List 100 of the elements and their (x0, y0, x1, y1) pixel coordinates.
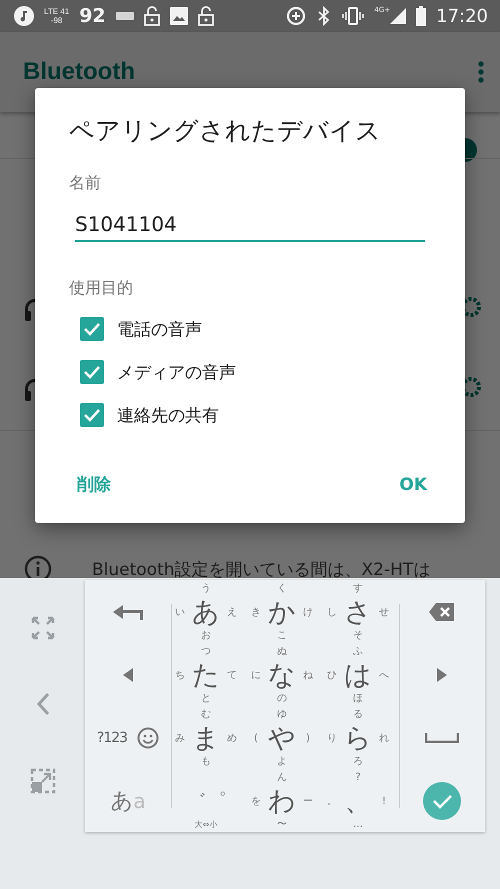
music-icon (14, 6, 34, 26)
flick-hint: 。 (327, 795, 337, 808)
flick-hint: せ (379, 606, 389, 619)
flick-hint: し (327, 606, 337, 619)
flick-hint: ? (355, 772, 361, 782)
flick-hint: り (327, 732, 337, 745)
flick-hint: の (277, 692, 287, 705)
checkmark-icon (83, 408, 101, 422)
fullscreen-icon[interactable] (30, 616, 54, 640)
space-key-icon[interactable] (425, 732, 459, 742)
headphones-icon (24, 296, 35, 322)
flick-hint: そ (353, 629, 363, 642)
checkbox[interactable] (80, 317, 104, 341)
name-label: 名前 (69, 173, 102, 194)
flick-hint: も (201, 755, 211, 768)
flick-hint: う (201, 582, 211, 595)
flick-hint: を (251, 795, 261, 808)
flick-hint: ー (303, 795, 313, 808)
mode-switch-key[interactable]: ?123 (96, 730, 128, 746)
network-label: LTE 41 (44, 7, 70, 16)
checkmark-icon (83, 322, 101, 336)
flick-hint: め (227, 732, 237, 745)
info-text: Bluetooth設定を開いている間は、X2-HTは (92, 558, 430, 578)
flick-hint: ち (175, 669, 185, 682)
flick-hint: ゆ (277, 708, 287, 721)
kana-key[interactable]: あ (192, 594, 220, 630)
info-icon (24, 555, 52, 578)
flick-hint: け (303, 606, 313, 619)
notification-count: 92 (79, 5, 106, 27)
flick-hint: と (201, 692, 211, 705)
kana-key[interactable]: ゛゜ (186, 788, 226, 814)
image-icon (170, 7, 188, 25)
enter-check-icon[interactable] (423, 782, 461, 820)
flick-hint: ( (254, 732, 258, 744)
checkmark-icon (83, 365, 101, 379)
dialog-title: ペアリングされたデバイス (69, 115, 382, 147)
left-cursor-icon[interactable] (123, 668, 133, 682)
option-label: 連絡先の共有 (117, 404, 219, 426)
kana-key[interactable]: か (268, 594, 296, 630)
flick-hint: 〜 (277, 818, 287, 831)
kana-key[interactable]: た (192, 657, 220, 693)
emoji-icon[interactable] (137, 726, 160, 748)
flick-hint: く (277, 582, 287, 595)
input-mode-key[interactable]: あa (110, 786, 146, 816)
flick-hint: お (201, 629, 211, 642)
signal-reading: -98 (50, 16, 62, 25)
keyboard-icon (116, 11, 134, 21)
backspace-arrow-icon[interactable] (113, 604, 143, 620)
checkbox[interactable] (80, 403, 104, 427)
vibrate-icon (342, 7, 364, 25)
option-label: メディアの音声 (117, 362, 236, 384)
flick-hint: ! (382, 796, 386, 806)
flick-hint: ふ (353, 645, 363, 658)
flick-hint: つ (201, 645, 211, 658)
delete-key-icon[interactable] (429, 602, 455, 622)
flick-hint: … (353, 818, 363, 830)
unlocked-padlock-icon (198, 6, 214, 26)
battery-icon (416, 6, 426, 26)
flick-hint: に (251, 669, 261, 682)
kana-key[interactable]: な (268, 657, 296, 693)
kana-key[interactable]: 、 (344, 783, 372, 819)
flick-hint: い (175, 606, 185, 619)
clock-time: 17:20 (436, 6, 488, 26)
flick-hint: れ (379, 732, 389, 745)
flick-hint: ろ (353, 755, 363, 768)
data-saver-icon (286, 6, 306, 26)
kana-key[interactable]: ら (344, 720, 372, 756)
more-options-icon[interactable] (478, 61, 484, 83)
kana-key[interactable]: ま (192, 720, 220, 756)
unlocked-padlock-icon (144, 6, 160, 26)
flick-hint: て (227, 669, 237, 682)
checkbox[interactable] (80, 360, 104, 384)
kana-key[interactable]: や (268, 720, 296, 756)
right-cursor-icon[interactable] (437, 668, 447, 682)
flick-hint: き (251, 606, 261, 619)
flick-hint: こ (277, 629, 287, 642)
flick-hint: る (353, 708, 363, 721)
flick-hint: ぬ (277, 645, 287, 658)
cell-signal-icon (390, 8, 406, 24)
flick-hint: ね (303, 669, 313, 682)
headphones-icon (24, 376, 35, 402)
kana-key[interactable]: は (344, 657, 372, 693)
flick-hint: へ (379, 669, 389, 682)
kana-key[interactable]: さ (344, 594, 372, 630)
option-label: 電話の音声 (117, 318, 202, 340)
flick-hint: ん (277, 771, 287, 784)
flick-hint: ) (306, 732, 310, 744)
app-bar-title: Bluetooth (23, 58, 136, 86)
flick-hint: え (227, 606, 237, 619)
flick-hint: み (175, 732, 185, 745)
flick-hint: ほ (353, 692, 363, 705)
flick-hint: む (201, 708, 211, 721)
flick-hint: す (353, 582, 363, 595)
kana-key[interactable]: わ (268, 783, 296, 819)
flick-hint: よ (277, 755, 287, 768)
flick-hint: 大⇔小 (194, 818, 218, 830)
flick-hint: ひ (327, 669, 337, 682)
purpose-label: 使用目的 (69, 278, 134, 299)
back-chevron-icon[interactable] (36, 692, 50, 716)
resize-icon[interactable] (30, 768, 56, 794)
